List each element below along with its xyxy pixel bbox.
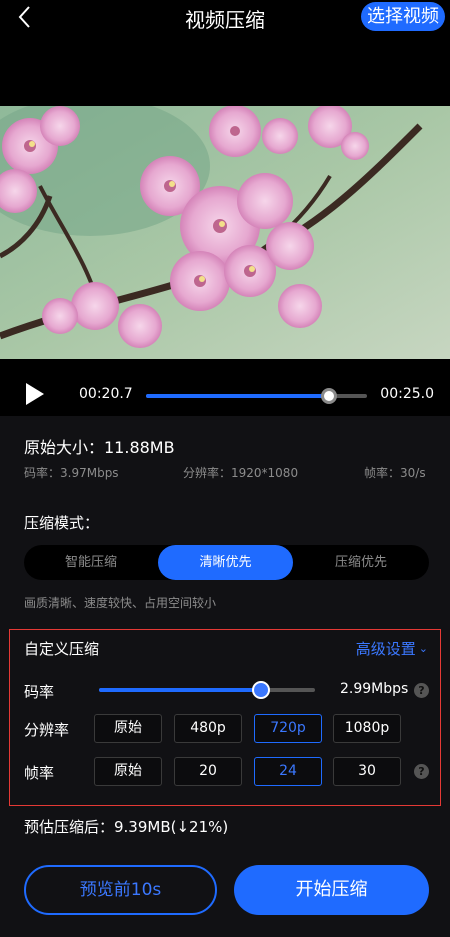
bitrate-slider-fill bbox=[99, 688, 261, 692]
framerate-option-20[interactable]: 20 bbox=[174, 757, 242, 786]
compression-mode-label: 压缩模式： bbox=[24, 514, 100, 532]
player-controls: 00:20.7 00:25.0 bbox=[0, 372, 450, 416]
original-size: 原始大小：11.88MB bbox=[24, 438, 175, 457]
custom-compression-box: 自定义压缩 高级设置 ⌄ 码率 2.99Mbps ? 分辨率 原始 480p 72… bbox=[9, 629, 441, 806]
select-video-button[interactable]: 选择视频 bbox=[361, 2, 445, 31]
estimated-size: 预估压缩后：9.39MB(↓21%) bbox=[24, 818, 229, 836]
seek-bar[interactable] bbox=[146, 388, 367, 404]
bitrate-label: 码率 bbox=[24, 683, 55, 701]
mode-clarity-first[interactable]: 清晰优先 bbox=[158, 545, 293, 580]
bitrate-value: 2.99Mbps bbox=[340, 681, 409, 697]
play-button[interactable] bbox=[24, 382, 46, 406]
start-compression-button[interactable]: 开始压缩 bbox=[234, 865, 429, 915]
framerate-help-icon[interactable]: ? bbox=[414, 764, 429, 779]
framerate-option-original[interactable]: 原始 bbox=[94, 757, 162, 786]
header-bar: 视频压缩 选择视频 bbox=[0, 0, 450, 36]
bitrate-slider-knob[interactable] bbox=[252, 681, 270, 699]
advanced-settings-label: 高级设置 bbox=[355, 640, 416, 658]
resolution-option-1080p[interactable]: 1080p bbox=[333, 714, 401, 743]
original-resolution: 分辨率：1920*1080 bbox=[183, 466, 299, 480]
play-icon bbox=[24, 383, 46, 410]
bitrate-help-icon[interactable]: ? bbox=[414, 683, 429, 698]
compression-panel: 原始大小：11.88MB 码率：3.97Mbps 分辨率：1920*1080 帧… bbox=[0, 416, 450, 937]
resolution-label: 分辨率 bbox=[24, 721, 70, 739]
seek-bar-knob[interactable] bbox=[321, 388, 338, 404]
seek-bar-fill bbox=[146, 394, 330, 398]
chevron-down-icon: ⌄ bbox=[418, 642, 428, 655]
original-framerate: 帧率：30/s bbox=[364, 466, 426, 480]
mode-description: 画质清晰、速度较快、占用空间较小 bbox=[24, 596, 217, 610]
mode-compression-first[interactable]: 压缩优先 bbox=[293, 545, 429, 580]
resolution-option-720p[interactable]: 720p bbox=[254, 714, 322, 743]
advanced-settings-button[interactable]: 高级设置 ⌄ bbox=[356, 638, 428, 659]
preview-button[interactable]: 预览前10s bbox=[24, 865, 217, 915]
framerate-label: 帧率 bbox=[24, 764, 55, 782]
resolution-option-480p[interactable]: 480p bbox=[174, 714, 242, 743]
resolution-option-original[interactable]: 原始 bbox=[94, 714, 162, 743]
bitrate-slider[interactable] bbox=[99, 681, 315, 699]
video-preview[interactable] bbox=[0, 106, 450, 359]
total-time: 00:25.0 bbox=[380, 386, 434, 402]
current-time: 00:20.7 bbox=[79, 386, 133, 402]
mode-smart[interactable]: 智能压缩 bbox=[24, 545, 158, 580]
framerate-option-24[interactable]: 24 bbox=[254, 757, 322, 786]
custom-compression-title: 自定义压缩 bbox=[24, 640, 100, 658]
original-bitrate: 码率：3.97Mbps bbox=[24, 466, 119, 480]
framerate-option-30[interactable]: 30 bbox=[333, 757, 401, 786]
compression-mode-selector: 智能压缩 清晰优先 压缩优先 bbox=[24, 545, 429, 580]
